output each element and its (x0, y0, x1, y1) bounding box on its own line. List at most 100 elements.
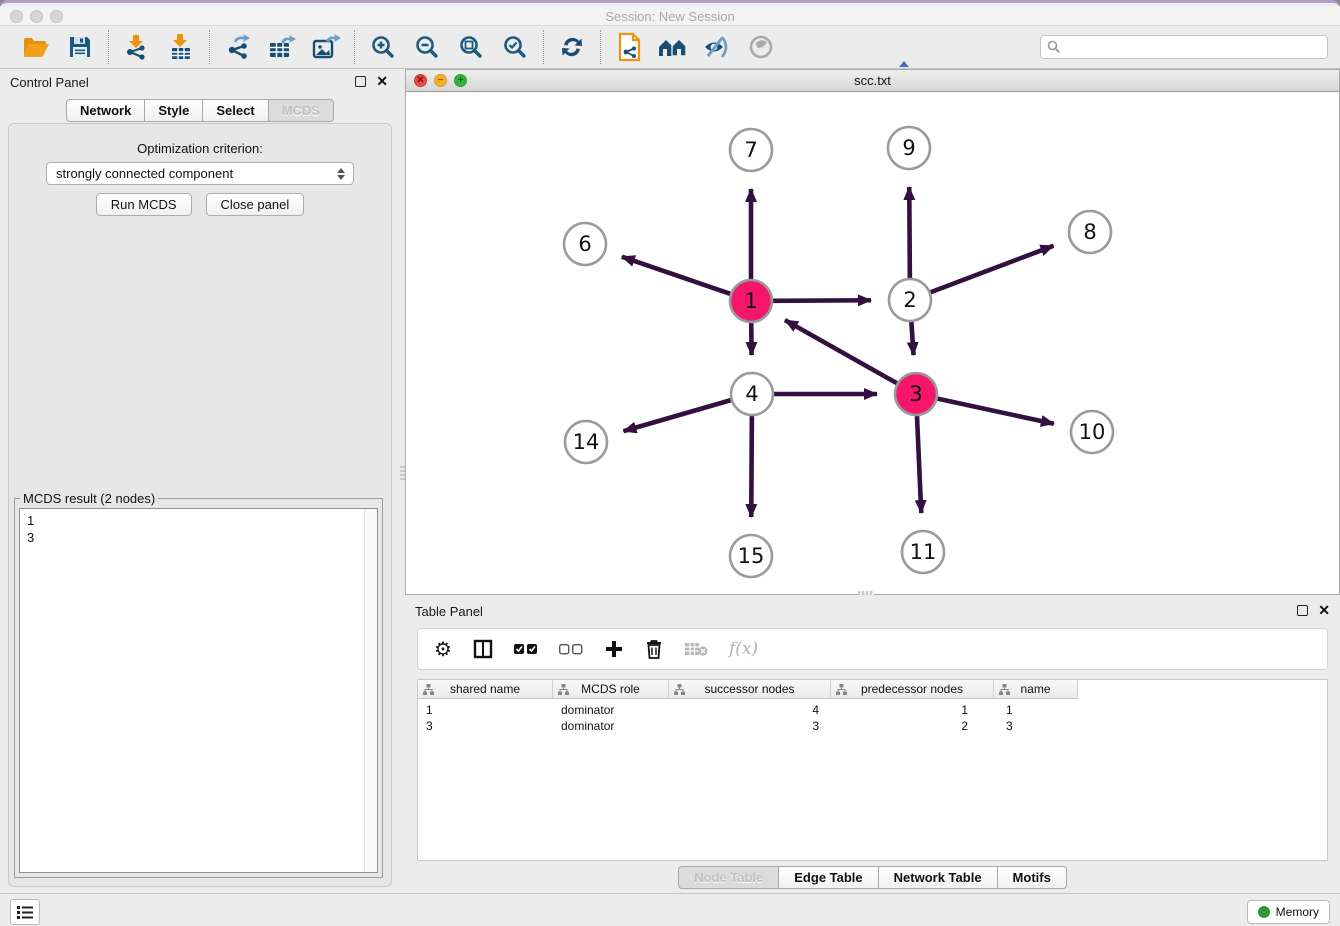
table-cell: 1 (994, 702, 1078, 718)
titlebar: Session: New Session (0, 6, 1340, 26)
tab-mcds[interactable]: MCDS (269, 99, 334, 122)
tab-motifs[interactable]: Motifs (998, 866, 1067, 889)
tab-network[interactable]: Network (66, 99, 145, 122)
close-panel-button[interactable]: Close panel (206, 193, 305, 216)
node-label: 7 (744, 138, 757, 162)
settings-gear-icon[interactable]: ⚙ (434, 636, 452, 662)
mcds-result-line: 1 (20, 509, 377, 529)
edge-2-3[interactable] (911, 322, 913, 355)
control-panel: Control Panel ✕ NetworkStyleSelectMCDS O… (0, 69, 400, 893)
node-label: 6 (578, 232, 591, 256)
node-label: 1 (744, 289, 757, 313)
node-label: 2 (903, 288, 916, 312)
refresh-icon[interactable] (556, 31, 588, 63)
table-tabs: Node TableEdge TableNetwork TableMotifs (405, 866, 1340, 889)
memory-button[interactable]: Memory (1247, 900, 1330, 924)
node-label: 15 (738, 544, 765, 568)
column-header-shared-name[interactable]: shared name (418, 680, 553, 699)
export-table-icon[interactable] (266, 31, 298, 63)
show-graphics-details-icon[interactable] (745, 31, 777, 63)
zoom-in-icon[interactable] (367, 31, 399, 63)
export-network-icon[interactable] (222, 31, 254, 63)
search-input[interactable] (1066, 40, 1321, 54)
float-table-panel-icon[interactable] (1297, 605, 1308, 616)
edge-2-8[interactable] (931, 246, 1054, 292)
tab-network-table[interactable]: Network Table (879, 866, 998, 889)
optimization-criterion-select[interactable]: strongly connected component (46, 162, 354, 185)
table-cell: 1 (418, 702, 553, 718)
open-session-icon[interactable] (20, 31, 52, 63)
import-network-icon[interactable] (121, 31, 153, 63)
zoom-selected-icon[interactable] (499, 31, 531, 63)
run-mcds-button[interactable]: Run MCDS (96, 193, 192, 216)
network-overview-icon[interactable] (657, 31, 689, 63)
show-columns-icon[interactable] (473, 636, 493, 662)
table-cell: 3 (418, 718, 553, 734)
splitter-collapse-handle[interactable] (899, 61, 909, 67)
tab-edge-table[interactable]: Edge Table (779, 866, 878, 889)
network-canvas[interactable]: 7968124314101511 (406, 92, 1339, 594)
scrollbar-track[interactable] (364, 509, 377, 872)
edge-4-14[interactable] (623, 400, 730, 431)
optimization-criterion-label: Optimization criterion: (9, 141, 391, 156)
edge-3-10[interactable] (938, 399, 1054, 424)
add-column-icon[interactable] (604, 636, 624, 662)
deselect-all-icon[interactable] (559, 636, 583, 662)
column-header-successor-nodes[interactable]: successor nodes (669, 680, 831, 699)
statusbar: Memory (0, 893, 1340, 926)
float-panel-icon[interactable] (355, 76, 366, 87)
export-image-icon[interactable] (310, 31, 342, 63)
node-label: 14 (573, 430, 600, 454)
table-cell: 3 (669, 718, 831, 734)
column-header-name[interactable]: name (994, 680, 1078, 699)
close-table-panel-icon[interactable]: ✕ (1318, 602, 1330, 618)
edge-3-11[interactable] (917, 416, 921, 513)
node-label: 8 (1083, 220, 1096, 244)
network-view-window: ✕ − + scc.txt 7968124314101511 (405, 69, 1340, 595)
edge-3-1[interactable] (785, 320, 897, 383)
select-all-icon[interactable] (514, 636, 538, 662)
edge-1-6[interactable] (622, 257, 730, 294)
table-panel: Table Panel ✕ ⚙ f(x) (405, 598, 1340, 893)
close-panel-icon[interactable]: ✕ (376, 73, 388, 89)
copy-network-icon[interactable] (613, 31, 645, 63)
delete-column-icon[interactable] (645, 636, 663, 662)
zoom-out-icon[interactable] (411, 31, 443, 63)
edge-4-15[interactable] (751, 416, 752, 517)
mcds-result-groupbox: MCDS result (2 nodes) 13 (14, 498, 383, 878)
task-history-button[interactable] (10, 899, 40, 925)
node-label: 4 (745, 382, 758, 406)
control-panel-title: Control Panel (10, 75, 89, 90)
tab-select[interactable]: Select (203, 99, 268, 122)
tab-node-table[interactable]: Node Table (678, 866, 779, 889)
zoom-fit-icon[interactable] (455, 31, 487, 63)
node-table[interactable]: shared nameMCDS rolesuccessor nodesprede… (417, 679, 1328, 861)
function-builder-icon: f(x) (729, 636, 758, 662)
app-window: Session: New Session (0, 0, 1340, 926)
save-session-icon[interactable] (64, 31, 96, 63)
import-table-icon[interactable] (165, 31, 197, 63)
tab-style[interactable]: Style (145, 99, 203, 122)
mcds-panel: Optimization criterion: strongly connect… (8, 123, 392, 887)
edge-2-9[interactable] (909, 187, 910, 278)
search-box[interactable] (1040, 35, 1328, 59)
table-cell: 4 (669, 702, 831, 718)
edge-1-2[interactable] (773, 300, 871, 301)
node-label: 9 (902, 136, 915, 160)
table-row[interactable]: 3dominator323 (418, 718, 1078, 734)
chevron-up-down-icon (335, 165, 347, 183)
mcds-result-line: 3 (20, 529, 377, 546)
column-header-MCDS-role[interactable]: MCDS role (553, 680, 669, 699)
table-cell: dominator (553, 702, 669, 718)
control-panel-tabs: NetworkStyleSelectMCDS (0, 99, 400, 122)
horizontal-splitter-handle[interactable] (858, 591, 874, 595)
table-cell: 2 (831, 718, 994, 734)
selected-option: strongly connected component (56, 166, 233, 181)
mcds-result-textarea[interactable]: 13 (19, 508, 378, 873)
table-row[interactable]: 1dominator411 (418, 702, 1078, 718)
node-label: 11 (910, 540, 937, 564)
hide-graphics-details-icon[interactable] (701, 31, 733, 63)
window-title: Session: New Session (0, 9, 1340, 24)
memory-label: Memory (1276, 905, 1319, 919)
column-header-predecessor-nodes[interactable]: predecessor nodes (831, 680, 994, 699)
